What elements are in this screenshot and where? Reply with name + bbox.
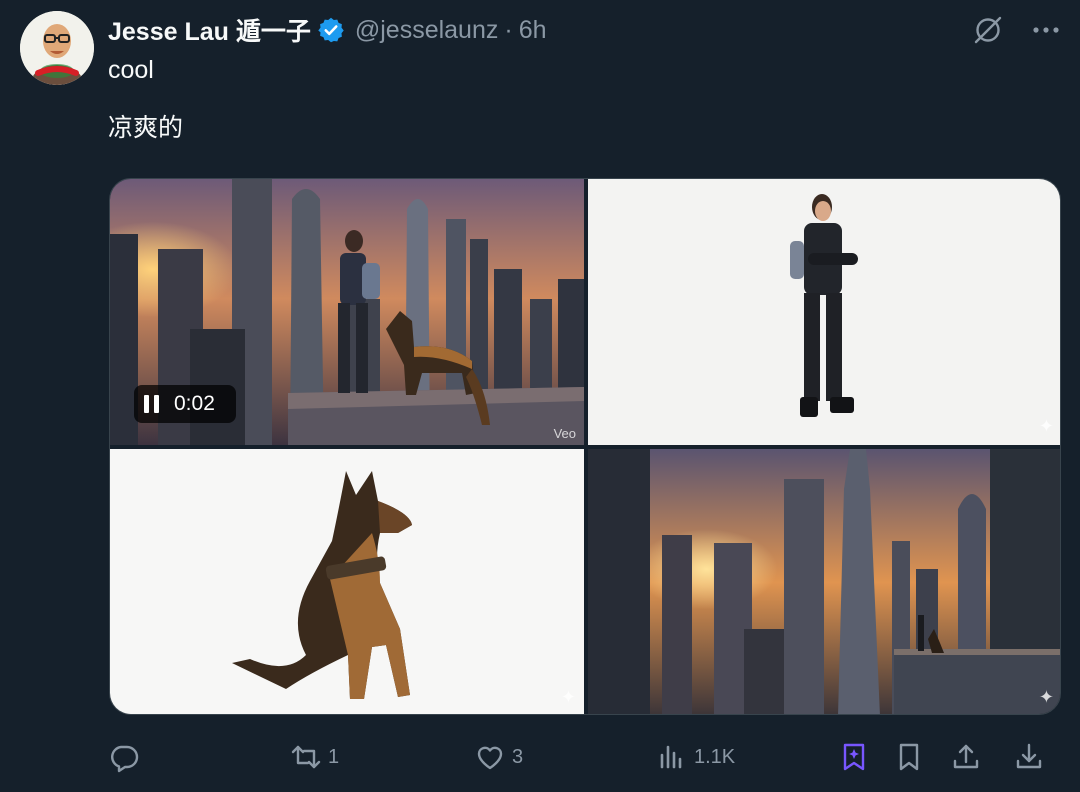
- repost-count: 1: [328, 745, 340, 768]
- tweet: Jesse Lau 遁一子 @jesselaunz · 6h cool 凉爽的 …: [0, 0, 1080, 792]
- download-icon: [1016, 743, 1042, 769]
- views-count: 1.1K: [694, 745, 736, 768]
- action-bar: 1 3 1.1K: [0, 732, 1080, 782]
- verified-badge-icon[interactable]: [317, 16, 345, 44]
- top-actions: [970, 12, 1064, 48]
- sparkle-icon: ✦: [1038, 687, 1054, 707]
- bookmark-icon: [899, 743, 919, 771]
- repost-icon: [291, 745, 321, 769]
- views-button[interactable]: 1.1K: [656, 732, 735, 782]
- tweet-header: Jesse Lau 遁一子 @jesselaunz · 6h: [108, 12, 547, 48]
- bookmark-button[interactable]: [893, 732, 925, 782]
- share-button[interactable]: [950, 732, 982, 782]
- download-button[interactable]: [1013, 732, 1045, 782]
- pause-icon[interactable]: [144, 395, 160, 413]
- grok-icon[interactable]: [970, 12, 1006, 48]
- image-woman-studio[interactable]: ✦: [588, 179, 1060, 445]
- timestamp[interactable]: 6h: [519, 16, 547, 45]
- repost-button[interactable]: 1: [290, 732, 339, 782]
- sparkle-icon: ✦: [1038, 416, 1054, 436]
- media-grid: 0:02 Veo ✦ ✦ ✦: [109, 178, 1061, 715]
- grok-actions-button[interactable]: [838, 732, 870, 782]
- like-button[interactable]: 3: [474, 732, 523, 782]
- handle[interactable]: @jesselaunz: [355, 16, 499, 45]
- image-dog-studio[interactable]: ✦: [110, 449, 584, 714]
- share-icon: [953, 744, 979, 769]
- avatar[interactable]: [20, 11, 94, 85]
- display-name[interactable]: Jesse Lau 遁一子: [108, 12, 311, 48]
- views-icon: [660, 745, 682, 769]
- image-city-skyline[interactable]: ✦: [588, 449, 1060, 714]
- like-icon: [477, 746, 503, 770]
- tweet-text-line-2: 凉爽的: [108, 114, 184, 142]
- grok-actions-icon: [843, 743, 865, 771]
- reply-icon: [111, 745, 139, 773]
- video-rooftop-sunset[interactable]: 0:02 Veo: [110, 179, 584, 445]
- separator-dot: ·: [504, 15, 513, 44]
- sparkle-icon: ✦: [560, 687, 576, 707]
- reply-button[interactable]: [108, 732, 146, 782]
- video-time: 0:02: [174, 392, 215, 415]
- like-count: 3: [512, 745, 524, 768]
- tweet-text-line-1: cool: [108, 56, 154, 84]
- veo-watermark: Veo: [553, 426, 576, 441]
- more-icon[interactable]: [1028, 12, 1064, 48]
- video-playback-control[interactable]: 0:02: [134, 385, 236, 423]
